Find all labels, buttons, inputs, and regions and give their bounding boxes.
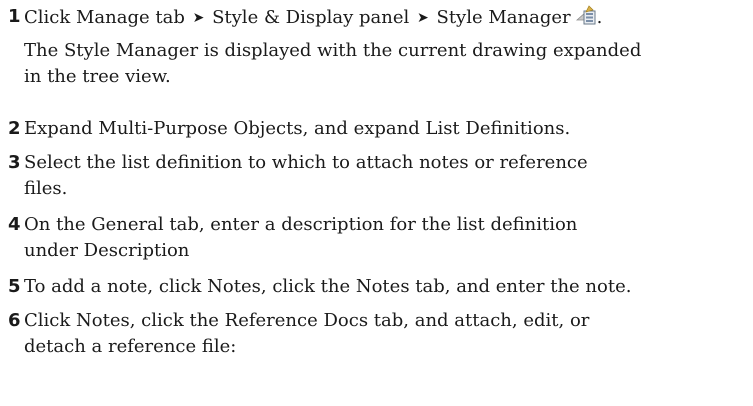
step-number: 6 bbox=[8, 310, 21, 331]
step-text: Click Notes, click the Reference Docs ta… bbox=[24, 310, 590, 357]
step-4: 4 On the General tab, enter a descriptio… bbox=[8, 212, 748, 264]
step-6: 6 Click Notes, click the Reference Docs … bbox=[8, 308, 748, 360]
step-text: On the General tab, enter a description … bbox=[24, 214, 578, 261]
arrow-separator: ➤ bbox=[192, 10, 205, 26]
step-3: 3 Select the list definition to which to… bbox=[8, 150, 748, 202]
step-number: 2 bbox=[8, 118, 21, 139]
style-manager-icon bbox=[575, 4, 597, 34]
step-number: 5 bbox=[8, 276, 21, 297]
step-1: 1 Click Manage tab ➤ Style & Display pan… bbox=[8, 4, 748, 34]
step-2: 2 Expand Multi-Purpose Objects, and expa… bbox=[8, 116, 748, 142]
step-text: Expand Multi-Purpose Objects, and expand… bbox=[24, 118, 571, 139]
step-text: Click Manage tab ➤ Style & Display panel… bbox=[24, 4, 748, 34]
step-part: Style & Display panel bbox=[212, 7, 410, 28]
step-text: Select the list definition to which to a… bbox=[24, 152, 588, 199]
step-number: 4 bbox=[8, 214, 21, 235]
step-part: Style Manager bbox=[436, 7, 571, 28]
arrow-separator: ➤ bbox=[417, 10, 429, 26]
trailing-period: . bbox=[596, 7, 603, 28]
step-text: To add a note, click Notes, click the No… bbox=[24, 276, 632, 297]
procedure-document: 1 Click Manage tab ➤ Style & Display pan… bbox=[8, 0, 748, 360]
step-part: Click Manage tab bbox=[24, 7, 185, 28]
step-5: 5 To add a note, click Notes, click the … bbox=[8, 274, 748, 300]
step-1-result: The Style Manager is displayed with the … bbox=[24, 40, 642, 87]
step-number: 1 bbox=[8, 6, 21, 27]
step-number: 3 bbox=[8, 152, 21, 173]
